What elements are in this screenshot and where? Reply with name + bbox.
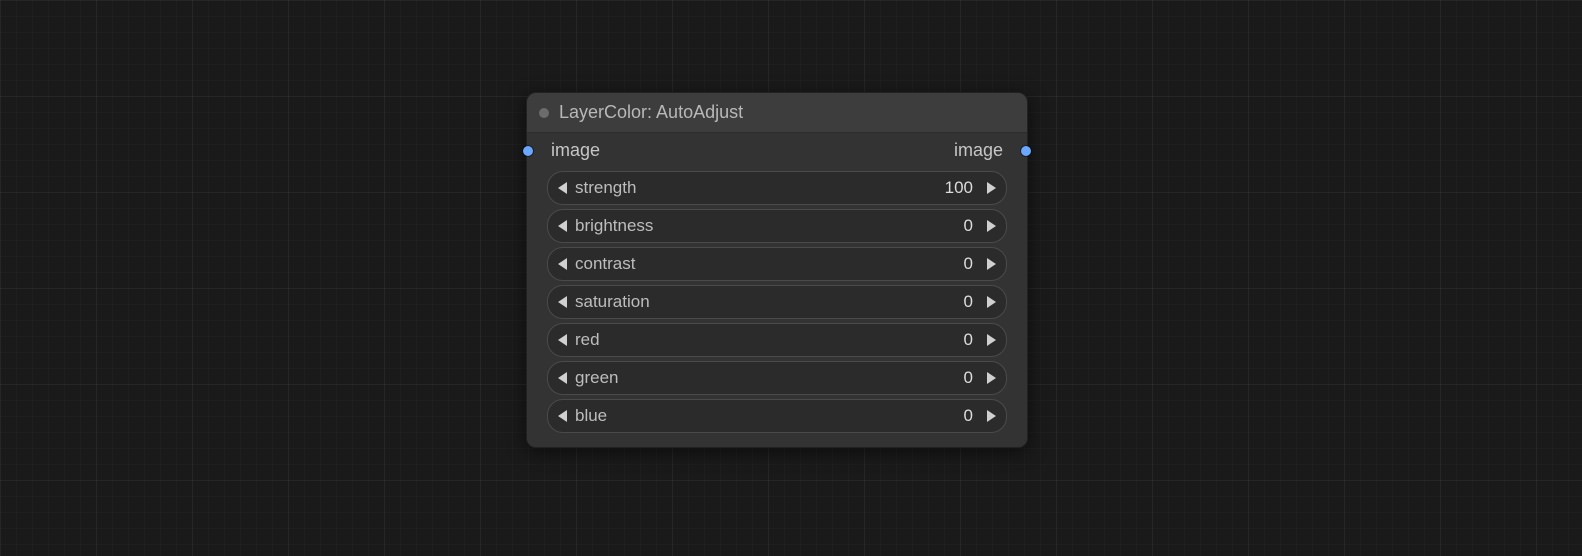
node-body: image image strength 100 brightness 0 — [527, 133, 1027, 447]
node-status-dot-icon — [539, 108, 549, 118]
param-strength[interactable]: strength 100 — [547, 171, 1007, 205]
layercolor-autoadjust-node[interactable]: LayerColor: AutoAdjust image image stren… — [526, 92, 1028, 448]
decrement-arrow-icon[interactable] — [558, 258, 567, 270]
port-dot-icon — [523, 146, 533, 156]
increment-arrow-icon[interactable] — [987, 258, 996, 270]
node-title: LayerColor: AutoAdjust — [559, 102, 743, 123]
decrement-arrow-icon[interactable] — [558, 220, 567, 232]
output-port-image[interactable]: image — [954, 140, 1021, 161]
decrement-arrow-icon[interactable] — [558, 296, 567, 308]
input-port-image[interactable]: image — [533, 140, 600, 161]
param-label: strength — [575, 178, 933, 198]
param-value: 100 — [933, 178, 973, 198]
param-contrast[interactable]: contrast 0 — [547, 247, 1007, 281]
port-dot-icon — [1021, 146, 1031, 156]
param-value: 0 — [933, 216, 973, 236]
increment-arrow-icon[interactable] — [987, 220, 996, 232]
node-header[interactable]: LayerColor: AutoAdjust — [527, 93, 1027, 133]
param-saturation[interactable]: saturation 0 — [547, 285, 1007, 319]
param-label: brightness — [575, 216, 933, 236]
increment-arrow-icon[interactable] — [987, 334, 996, 346]
param-blue[interactable]: blue 0 — [547, 399, 1007, 433]
output-port-label: image — [954, 140, 1003, 161]
param-label: green — [575, 368, 933, 388]
param-red[interactable]: red 0 — [547, 323, 1007, 357]
increment-arrow-icon[interactable] — [987, 182, 996, 194]
increment-arrow-icon[interactable] — [987, 372, 996, 384]
param-green[interactable]: green 0 — [547, 361, 1007, 395]
param-label: red — [575, 330, 933, 350]
param-label: contrast — [575, 254, 933, 274]
decrement-arrow-icon[interactable] — [558, 182, 567, 194]
param-value: 0 — [933, 406, 973, 426]
param-value: 0 — [933, 368, 973, 388]
input-port-label: image — [551, 140, 600, 161]
increment-arrow-icon[interactable] — [987, 410, 996, 422]
params-list: strength 100 brightness 0 contrast 0 sat… — [527, 171, 1027, 433]
decrement-arrow-icon[interactable] — [558, 372, 567, 384]
increment-arrow-icon[interactable] — [987, 296, 996, 308]
param-value: 0 — [933, 254, 973, 274]
param-label: saturation — [575, 292, 933, 312]
param-brightness[interactable]: brightness 0 — [547, 209, 1007, 243]
ports-row: image image — [527, 133, 1027, 171]
param-value: 0 — [933, 330, 973, 350]
decrement-arrow-icon[interactable] — [558, 410, 567, 422]
decrement-arrow-icon[interactable] — [558, 334, 567, 346]
param-label: blue — [575, 406, 933, 426]
param-value: 0 — [933, 292, 973, 312]
